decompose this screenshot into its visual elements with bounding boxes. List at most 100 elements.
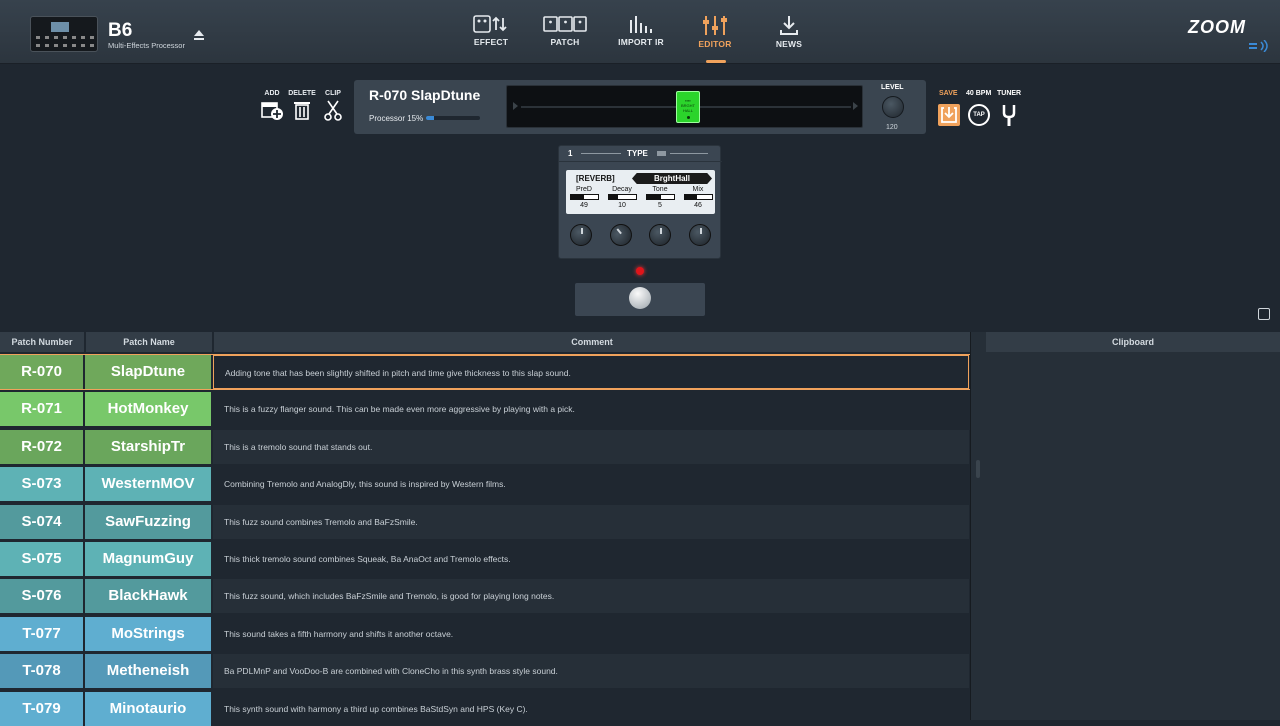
effect-slot-number: 1 (568, 149, 573, 158)
menu-icon[interactable] (657, 151, 666, 156)
header-comment: Comment (214, 332, 970, 352)
patch-number: S-073 (0, 467, 83, 502)
tuning-fork-icon[interactable] (1000, 104, 1018, 126)
clip-button[interactable]: CLIP (318, 90, 348, 121)
clip-label: CLIP (325, 90, 341, 97)
patch-comment: This is a fuzzy flanger sound. This can … (213, 392, 969, 427)
patch-comment: This fuzz sound, which includes BaFzSmil… (213, 579, 969, 614)
eject-icon[interactable] (193, 28, 205, 42)
device-thumbnail (30, 16, 98, 52)
patch-number: S-075 (0, 542, 83, 576)
patch-name: WesternMOV (85, 467, 211, 502)
effect-category: [REVERB] (576, 174, 615, 183)
add-button[interactable]: ADD (257, 90, 287, 121)
effect-unit: 1 TYPE [REVERB] BrghtHall PreD 49 Decay … (558, 145, 722, 259)
effect-display: [REVERB] BrghtHall PreD 49 Decay 10 Tone… (566, 170, 715, 214)
delete-button[interactable]: DELETE (287, 90, 317, 121)
patch-name: Minotaurio (85, 691, 211, 726)
nav-editor[interactable]: EDITOR (680, 14, 750, 49)
device-model: B6 (108, 20, 133, 41)
patch-icon (543, 16, 587, 32)
table-row[interactable]: T-077 MoStrings This sound takes a fifth h… (0, 616, 970, 651)
effect-name[interactable]: BrghtHall (632, 173, 712, 184)
table-row[interactable]: T-079 Minotaurio This synth sound with har… (0, 691, 970, 726)
tone-knob[interactable] (649, 224, 671, 246)
effect-chain-block[interactable]: ▪▪▪▪ BRGHT HALL (676, 91, 700, 123)
header-patch-number: Patch Number (0, 332, 84, 352)
nav-effect[interactable]: EFFECT (456, 14, 526, 47)
save-icon (941, 107, 957, 123)
save-label: SAVE (939, 90, 958, 97)
patch-number: S-074 (0, 504, 83, 539)
pred-knob[interactable] (570, 224, 592, 246)
news-icon (780, 16, 798, 35)
nav-patch-label: PATCH (550, 37, 580, 47)
add-icon (261, 102, 283, 120)
nav-import-ir[interactable]: IMPORT IR (606, 14, 676, 47)
save-button[interactable] (938, 104, 960, 126)
level-knob[interactable] (882, 96, 904, 118)
patch-name: StarshipTr (85, 429, 211, 464)
effect-unit-header: 1 TYPE (559, 146, 722, 162)
table-row[interactable]: S-075 MagnumGuy This thick tremolo sound c… (0, 542, 970, 576)
tap-button[interactable]: TAP (968, 104, 990, 126)
patch-number: T-077 (0, 616, 83, 651)
patch-number: S-076 (0, 579, 83, 614)
patch-name: SlapDtune (85, 355, 211, 389)
nav-active-indicator (706, 60, 726, 63)
processor-usage-bar (426, 116, 480, 120)
patch-info-panel: R-070 SlapDtune Processor 15% ▪▪▪▪ BRGHT H… (354, 80, 926, 134)
editor-panel: ADD DELETE CLIP R-070 SlapDtune Processo… (0, 64, 1280, 332)
table-row[interactable]: R-070 SlapDtune Adding tone that has been … (0, 354, 971, 390)
nav-news-label: NEWS (775, 39, 803, 49)
table-row[interactable]: R-072 StarshipTr This is a tremolo sound t… (0, 429, 970, 464)
patch-name: HotMonkey (85, 392, 211, 427)
table-row[interactable]: R-071 HotMonkey This is a fuzzy flanger so… (0, 392, 970, 427)
level-value: 120 (886, 124, 898, 131)
tuner-label: TUNER (997, 90, 1022, 97)
patch-title[interactable]: R-070 SlapDtune (369, 87, 480, 103)
table-row[interactable]: T-078 Metheneish Ba PDLMnP and VooDoo-B ar… (0, 654, 970, 689)
effect-chain[interactable]: ▪▪▪▪ BRGHT HALL (506, 85, 863, 128)
nav-editor-label: EDITOR (698, 39, 732, 49)
import-ir-icon (630, 16, 652, 33)
patch-comment: This thick tremolo sound combines Squeak… (213, 542, 969, 576)
trash-icon (294, 102, 310, 120)
nav-import-ir-label: IMPORT IR (618, 37, 664, 47)
patch-list: Patch Number Patch Name Comment R-070 Sla… (0, 332, 971, 726)
top-bar: B6 Multi-Effects Processor EFFECT PATCH … (0, 0, 1280, 64)
patch-name: MoStrings (85, 616, 211, 651)
clipboard-panel: Clipboard (986, 332, 1280, 720)
nav-news[interactable]: NEWS (754, 14, 824, 49)
patch-number: R-071 (0, 392, 83, 427)
patch-number: R-072 (0, 429, 83, 464)
table-row[interactable]: S-073 WesternMOV Combining Tremolo and Ana… (0, 467, 970, 502)
footswitch[interactable] (575, 283, 705, 316)
patch-comment: Ba PDLMnP and VooDoo-B are combined with… (213, 654, 969, 689)
add-label: ADD (264, 90, 280, 97)
list-scrollbar[interactable] (970, 332, 986, 720)
decay-knob[interactable] (605, 219, 637, 251)
mix-knob[interactable] (689, 224, 711, 246)
param-mix: Mix 46 (683, 186, 713, 209)
expand-icon[interactable] (1258, 308, 1270, 320)
param-decay: Decay 10 (607, 186, 637, 209)
patch-name: MagnumGuy (85, 542, 211, 576)
nav-patch[interactable]: PATCH (530, 14, 600, 47)
editor-icon (703, 16, 727, 35)
table-row[interactable]: S-076 BlackHawk This fuzz sound, which inc… (0, 579, 970, 614)
header-patch-name: Patch Name (86, 332, 212, 352)
patch-comment: This fuzz sound combines Tremolo and BaF… (213, 504, 969, 539)
delete-label: DELETE (288, 90, 316, 97)
param-tone: Tone 5 (645, 186, 675, 209)
device-subtitle: Multi-Effects Processor (108, 41, 185, 50)
connection-icon (1249, 40, 1268, 52)
bpm-label: 40 BPM (966, 90, 992, 97)
nav-effect-label: EFFECT (473, 37, 509, 47)
param-pred: PreD 49 (569, 186, 599, 209)
patch-comment: This sound takes a fifth harmony and shi… (213, 616, 969, 651)
effect-type-label[interactable]: TYPE (627, 149, 648, 158)
effect-on-led (636, 267, 644, 275)
table-row[interactable]: S-074 SawFuzzing This fuzz sound combines … (0, 504, 970, 539)
processor-usage-label: Processor 15% (369, 114, 424, 123)
